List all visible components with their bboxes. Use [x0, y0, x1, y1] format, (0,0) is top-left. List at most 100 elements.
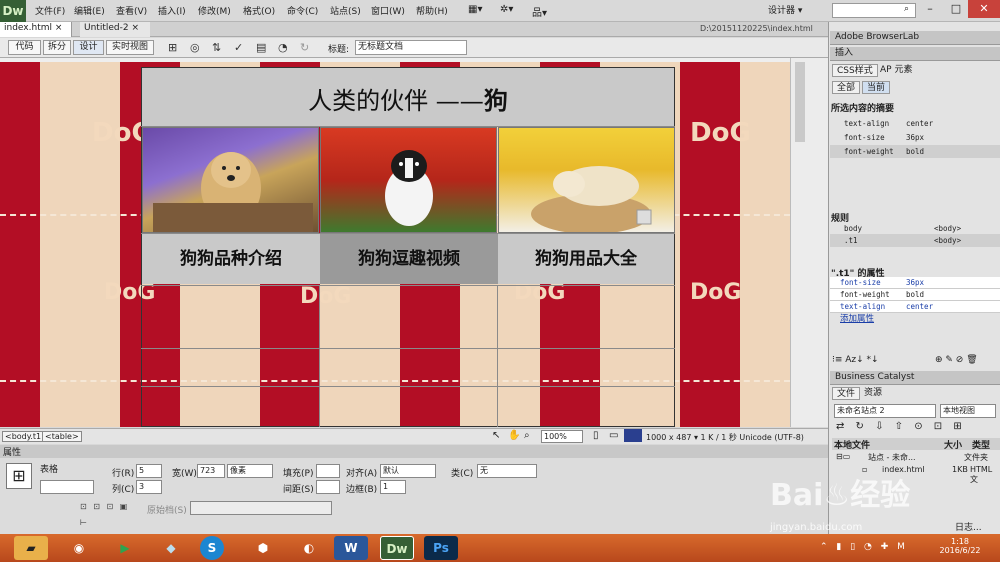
property-row[interactable]: font-size 36px [830, 277, 1000, 289]
add-property-link[interactable]: 添加属性 [840, 312, 874, 324]
multiscreen-icon[interactable]: ⊞ [168, 41, 181, 54]
table-id-select[interactable] [40, 480, 94, 494]
business-catalyst-header[interactable]: Business Catalyst [830, 371, 1000, 385]
summary-row[interactable]: text-align center [830, 117, 1000, 130]
close-tab-icon[interactable]: × [55, 23, 63, 33]
nav-supplies[interactable]: 狗狗用品大全 [498, 234, 674, 284]
design-view-button[interactable]: 设计 [73, 40, 104, 55]
menu-modify[interactable]: 修改(M) [198, 4, 231, 17]
tab-ap-elements[interactable]: AP 元素 [876, 64, 916, 77]
check-browser-icon[interactable]: ✓ [234, 41, 247, 54]
title-input[interactable]: 无标题文档 [355, 40, 467, 55]
tab-css-styles[interactable]: CSS样式 [832, 64, 878, 77]
summary-row[interactable]: font-size 36px [830, 131, 1000, 144]
close-tab-icon[interactable]: × [131, 23, 139, 33]
minimize-icon[interactable]: – [916, 0, 944, 18]
table-clear-icon[interactable]: ⊢ [80, 518, 87, 527]
nav-breeds[interactable]: 狗狗品种介绍 [142, 234, 320, 284]
qq-browser-icon[interactable]: ◐ [292, 536, 326, 560]
maximize-icon[interactable]: □ [942, 0, 970, 18]
workspace-switcher[interactable]: 设计器 ▾ [768, 3, 802, 16]
media-player-icon[interactable]: ▶ [108, 536, 142, 560]
preview-icon[interactable]: ◎ [190, 41, 203, 54]
width-unit-select[interactable]: 像素 [227, 464, 273, 478]
menu-edit[interactable]: 编辑(E) [74, 4, 105, 17]
refresh-icon[interactable]: ↻ [300, 41, 313, 54]
site-select[interactable]: 未命名站点 2 [834, 404, 936, 418]
select-tool-icon[interactable]: ↖ [492, 430, 500, 441]
log-button[interactable]: 日志... [955, 520, 982, 533]
live-view-button[interactable]: 实时视图 [106, 40, 154, 55]
tag-table[interactable]: <table> [42, 431, 82, 442]
rows-input[interactable]: 5 [136, 464, 162, 478]
property-row[interactable]: font-weight bold [830, 289, 1000, 301]
menu-command[interactable]: 命令(C) [287, 4, 318, 17]
current-button[interactable]: 当前 [862, 81, 891, 94]
files-header-row: 本地文件 大小 类型 [832, 438, 1000, 451]
tablet-size-icon[interactable]: ▭ [609, 430, 618, 441]
width-input[interactable]: 723 [197, 464, 225, 478]
browserlab-header[interactable]: Adobe BrowserLab [830, 31, 1000, 45]
title-label: 标题: [328, 45, 350, 55]
tab-untitled-2[interactable]: Untitled-2 × [80, 22, 150, 37]
close-icon[interactable]: ✕ [968, 0, 1000, 18]
app-icon[interactable]: ◆ [154, 536, 188, 560]
zoom-tool-icon[interactable]: ⌕ [524, 430, 530, 441]
clock[interactable]: 1:18 2016/6/22 [932, 537, 988, 555]
browser-icon[interactable]: ◉ [62, 536, 96, 560]
spacing-input[interactable] [316, 480, 340, 494]
nav-videos[interactable]: 狗狗逗趣视频 [320, 234, 498, 284]
explorer-icon[interactable]: ▰ [14, 536, 48, 560]
view-select[interactable]: 本地视图 [940, 404, 996, 418]
hand-tool-icon[interactable]: ✋ [508, 430, 520, 441]
insert-header[interactable]: 插入 [830, 47, 1000, 61]
tab-files[interactable]: 文件 [832, 387, 861, 400]
visual-aids-icon[interactable]: ▤ [256, 41, 269, 54]
menu-file[interactable]: 文件(F) [35, 4, 65, 17]
border-input[interactable]: 1 [380, 480, 406, 494]
file-row-site[interactable]: ⊟▭ 站点 - 未命... 文件夹 [834, 452, 1000, 464]
menu-site[interactable]: 站点(S) [330, 4, 361, 17]
table-tool-icons[interactable]: ⊡ ⊡ ⊡ ▣ [80, 502, 129, 511]
page-title[interactable]: 人类的伙伴 ——狗 [142, 81, 674, 116]
zoom-select[interactable]: 100% [541, 430, 583, 443]
package-icon[interactable]: ⬢ [246, 536, 280, 560]
search-icon[interactable]: ⌕ [904, 4, 909, 14]
sogou-icon[interactable]: S [200, 536, 224, 560]
rule-row[interactable]: .t1 <body> [830, 234, 1000, 247]
golden-retriever-photo[interactable] [142, 127, 319, 233]
cols-input[interactable]: 3 [136, 480, 162, 494]
site-icon[interactable]: 品▾ [532, 4, 547, 19]
sleeping-puppy-photo[interactable] [498, 127, 675, 233]
files-toolbar-icons[interactable]: ⇄ ↻ ⇩ ⇧ ⊙ ⊡ ⊞ [836, 421, 966, 432]
fill-input[interactable] [316, 464, 340, 478]
css-view-toggle-icons[interactable]: ⁝≡ Az↓ *↓ [832, 355, 879, 365]
word-icon[interactable]: W [334, 536, 368, 560]
inspect-icon[interactable]: ◔ [278, 41, 291, 54]
mobile-size-icon[interactable]: ▯ [593, 430, 599, 441]
align-select[interactable]: 默认 [380, 464, 436, 478]
dreamweaver-logo: Dw [0, 0, 26, 22]
code-view-button[interactable]: 代码 [8, 40, 41, 55]
css-action-icons[interactable]: ⊕ ✎ ⊘ 🗑 [935, 355, 978, 365]
menu-format[interactable]: 格式(O) [243, 4, 275, 17]
all-button[interactable]: 全部 [832, 81, 861, 94]
file-manage-icon[interactable]: ⇅ [212, 41, 225, 54]
summary-row[interactable]: font-weight bold [830, 145, 1000, 158]
menu-insert[interactable]: 插入(I) [158, 4, 186, 17]
dreamweaver-taskbar-icon[interactable]: Dw [380, 536, 414, 560]
scrollbar-thumb[interactable] [795, 62, 805, 142]
layout-icon[interactable]: ▦▾ [468, 4, 482, 15]
tab-assets[interactable]: 资源 [860, 387, 886, 400]
menu-help[interactable]: 帮助(H) [416, 4, 448, 17]
photoshop-icon[interactable]: Ps [424, 536, 458, 560]
menu-window[interactable]: 窗口(W) [371, 4, 405, 17]
desktop-size-icon[interactable] [624, 429, 642, 442]
border-collie-photo[interactable] [320, 127, 497, 233]
tab-index-html[interactable]: index.html × [0, 22, 72, 37]
class-select[interactable]: 无 [477, 464, 537, 478]
menu-view[interactable]: 查看(V) [116, 4, 147, 17]
tray-icons[interactable]: ⌃ ▮ ▯ ◔ ✚ M [820, 542, 908, 552]
extend-icon[interactable]: ✲▾ [500, 4, 513, 15]
split-view-button[interactable]: 拆分 [43, 40, 71, 55]
